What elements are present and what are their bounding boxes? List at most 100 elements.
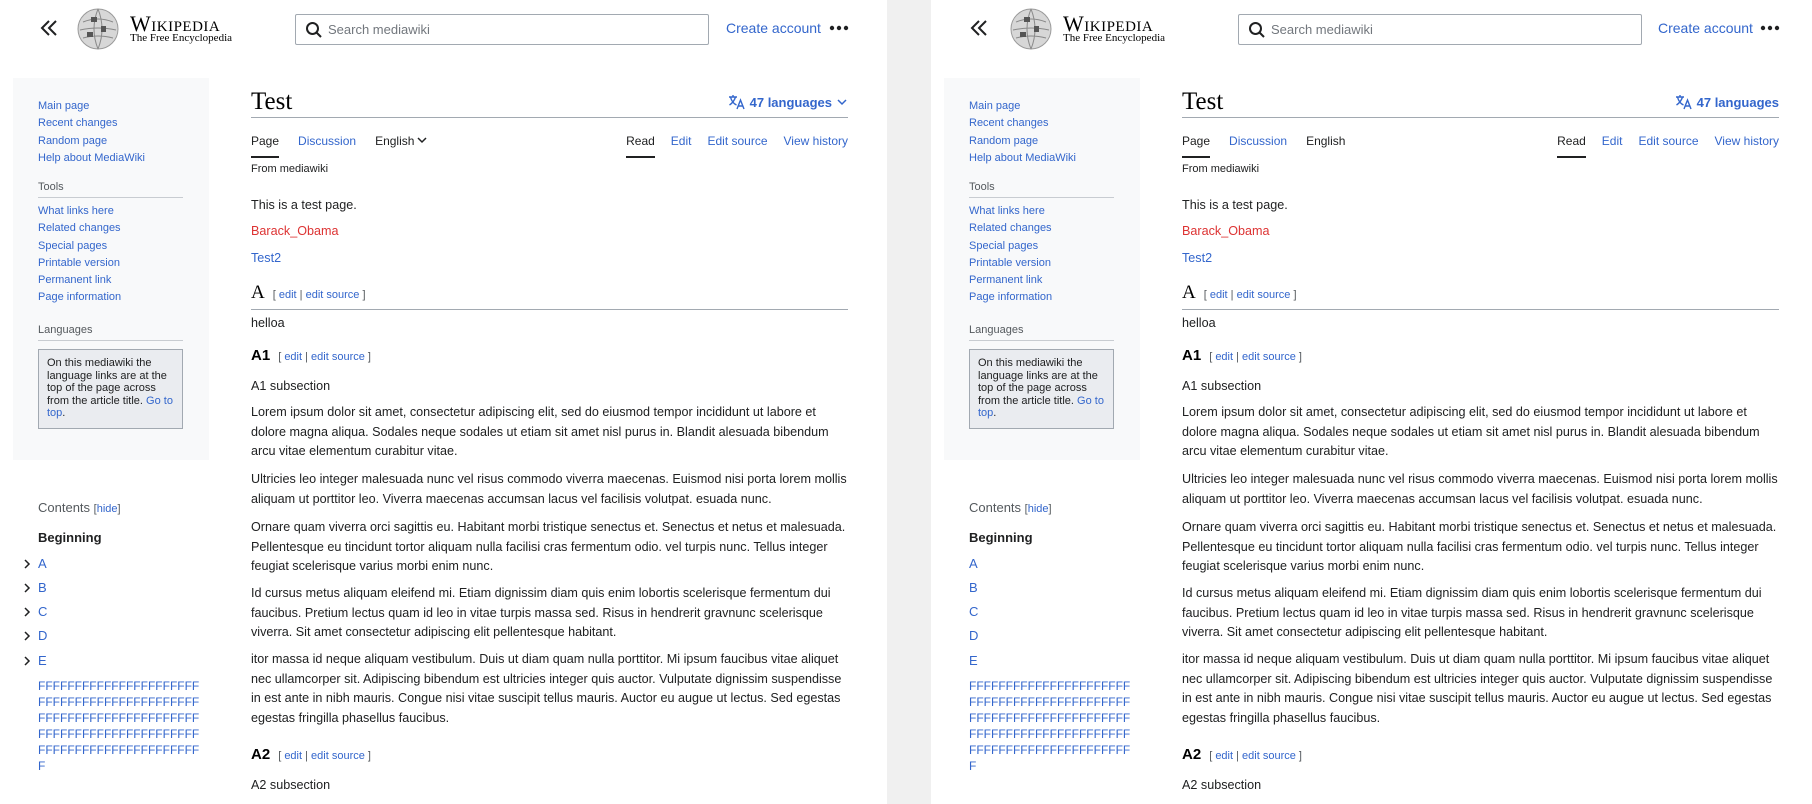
more-options-button[interactable] (827, 18, 851, 38)
edit-link[interactable]: edit (1215, 351, 1233, 363)
chevron-right-icon[interactable] (21, 630, 33, 642)
search-input[interactable]: Search mediawiki (295, 14, 709, 45)
toc-item-label[interactable]: B (38, 580, 47, 595)
tab-edit-source[interactable]: Edit source (1638, 134, 1698, 158)
toc-hide-link[interactable]: hide (97, 503, 118, 515)
chevron-right-icon[interactable] (21, 606, 33, 618)
wiki-pane-left: Wikipedia The Free Encyclopedia Search m… (0, 0, 887, 804)
sidebar-item-related-changes[interactable]: Related changes (38, 222, 121, 234)
sidebar-item-main-page[interactable]: Main page (969, 100, 1020, 112)
tab-page[interactable]: Page (251, 134, 280, 158)
edit-link[interactable]: edit (284, 351, 302, 363)
toc-item-label[interactable]: E (38, 653, 47, 668)
toc-item-label[interactable]: A (38, 556, 47, 571)
language-selector[interactable]: 47 languages (728, 94, 848, 110)
edit-link[interactable]: edit (1210, 289, 1228, 301)
toc-item[interactable]: C (24, 604, 47, 619)
toc-item[interactable]: B (24, 580, 47, 595)
toc-title: Contents [hide] (38, 500, 121, 515)
languages-heading: Languages (38, 324, 93, 336)
link-test2[interactable]: Test2 (251, 251, 281, 265)
sidebar-item-help[interactable]: Help about MediaWiki (38, 152, 145, 164)
sidebar-item-related-changes[interactable]: Related changes (969, 222, 1052, 234)
site-subtitle: From mediawiki (1182, 163, 1260, 175)
sidebar-item-recent-changes[interactable]: Recent changes (969, 117, 1049, 129)
wiki-pane-right: Wikipedia The Free Encyclopedia Search m… (931, 0, 1812, 804)
view-tabs: Read Edit Edit source View history (626, 134, 848, 158)
sidebar-item-recent-changes[interactable]: Recent changes (38, 117, 118, 129)
more-options-button[interactable] (1758, 18, 1782, 38)
edit-source-link[interactable]: edit source (311, 750, 365, 762)
tab-edit[interactable]: Edit (671, 134, 692, 158)
toc-item-label[interactable]: B (969, 580, 978, 595)
site-logo[interactable]: Wikipedia The Free Encyclopedia (1010, 8, 1190, 50)
language-count[interactable]: 47 languages (1697, 95, 1779, 110)
paragraph: Lorem ipsum dolor sit amet, consectetur … (251, 405, 829, 458)
edit-source-link[interactable]: edit source (1242, 750, 1296, 762)
toc-item-label[interactable]: C (969, 604, 978, 619)
link-barack-obama[interactable]: Barack_Obama (251, 224, 339, 238)
site-logo[interactable]: Wikipedia The Free Encyclopedia (77, 8, 257, 50)
sidebar-item-help[interactable]: Help about MediaWiki (969, 152, 1076, 164)
paragraph: A2 subsection (1182, 778, 1262, 792)
page-header: Wikipedia The Free Encyclopedia Search m… (931, 0, 1812, 60)
toc-item-long[interactable]: FFFFFFFFFFFFFFFFFFFFFFFFFFFFFFFFFFFFFFFF… (38, 679, 199, 773)
sidebar-item-random-page[interactable]: Random page (969, 135, 1038, 147)
toc-item-label[interactable]: E (969, 653, 978, 668)
toc-hide-link[interactable]: hide (1028, 503, 1049, 515)
sidebar-item-page-information[interactable]: Page information (969, 291, 1052, 303)
toc-item-label[interactable]: D (969, 628, 978, 643)
chevron-right-icon[interactable] (21, 558, 33, 570)
toc-item-label[interactable]: A (969, 556, 978, 571)
collapse-sidebar-button[interactable] (36, 16, 62, 40)
edit-link[interactable]: edit (1215, 750, 1233, 762)
tab-discussion[interactable]: Discussion (298, 134, 356, 158)
create-account-link[interactable]: Create account (726, 20, 821, 36)
tab-discussion[interactable]: Discussion (1229, 134, 1287, 158)
sidebar-item-permanent-link[interactable]: Permanent link (969, 274, 1042, 286)
sidebar-item-special-pages[interactable]: Special pages (969, 240, 1038, 252)
edit-link[interactable]: edit (279, 289, 297, 301)
tab-edit-source[interactable]: Edit source (707, 134, 767, 158)
toc-item-long[interactable]: FFFFFFFFFFFFFFFFFFFFFFFFFFFFFFFFFFFFFFFF… (969, 679, 1130, 773)
link-barack-obama[interactable]: Barack_Obama (1182, 224, 1270, 238)
tools-nav: What links here Related changes Special … (969, 203, 1052, 307)
toc-item-beginning[interactable]: Beginning (38, 530, 102, 545)
toc-item-label[interactable]: D (38, 628, 47, 643)
edit-source-link[interactable]: edit source (311, 351, 365, 363)
sidebar-item-permanent-link[interactable]: Permanent link (38, 274, 111, 286)
language-count[interactable]: 47 languages (750, 95, 832, 110)
sidebar-item-special-pages[interactable]: Special pages (38, 240, 107, 252)
variant-selector[interactable]: English (375, 134, 428, 158)
tab-view-history[interactable]: View history (784, 134, 848, 158)
language-selector[interactable]: 47 languages (1675, 94, 1779, 110)
tab-read[interactable]: Read (626, 134, 655, 158)
sidebar-item-page-information[interactable]: Page information (38, 291, 121, 303)
toc-item[interactable]: A (24, 556, 47, 571)
toc-item-beginning[interactable]: Beginning (969, 530, 1033, 545)
tab-view-history[interactable]: View history (1715, 134, 1779, 158)
toc-item[interactable]: D (24, 628, 47, 643)
edit-link[interactable]: edit (284, 750, 302, 762)
tab-edit[interactable]: Edit (1602, 134, 1623, 158)
search-input[interactable]: Search mediawiki (1238, 14, 1642, 45)
toc-item-label[interactable]: C (38, 604, 47, 619)
sidebar-item-main-page[interactable]: Main page (38, 100, 89, 112)
edit-source-link[interactable]: edit source (1242, 351, 1296, 363)
sidebar-item-random-page[interactable]: Random page (38, 135, 107, 147)
collapse-sidebar-button[interactable] (966, 16, 992, 40)
chevron-right-icon[interactable] (21, 582, 33, 594)
sidebar-item-what-links-here[interactable]: What links here (969, 205, 1045, 217)
create-account-link[interactable]: Create account (1658, 20, 1753, 36)
link-test2[interactable]: Test2 (1182, 251, 1212, 265)
sidebar-item-printable-version[interactable]: Printable version (38, 257, 120, 269)
tab-read[interactable]: Read (1557, 134, 1586, 158)
edit-source-link[interactable]: edit source (306, 289, 360, 301)
sidebar-item-printable-version[interactable]: Printable version (969, 257, 1051, 269)
tab-page[interactable]: Page (1182, 134, 1211, 158)
edit-source-link[interactable]: edit source (1237, 289, 1291, 301)
sidebar-item-what-links-here[interactable]: What links here (38, 205, 114, 217)
chevron-right-icon[interactable] (21, 655, 33, 667)
toc-item[interactable]: E (24, 653, 47, 668)
heading-a1: A1 [ edit | edit source ] (251, 346, 371, 368)
